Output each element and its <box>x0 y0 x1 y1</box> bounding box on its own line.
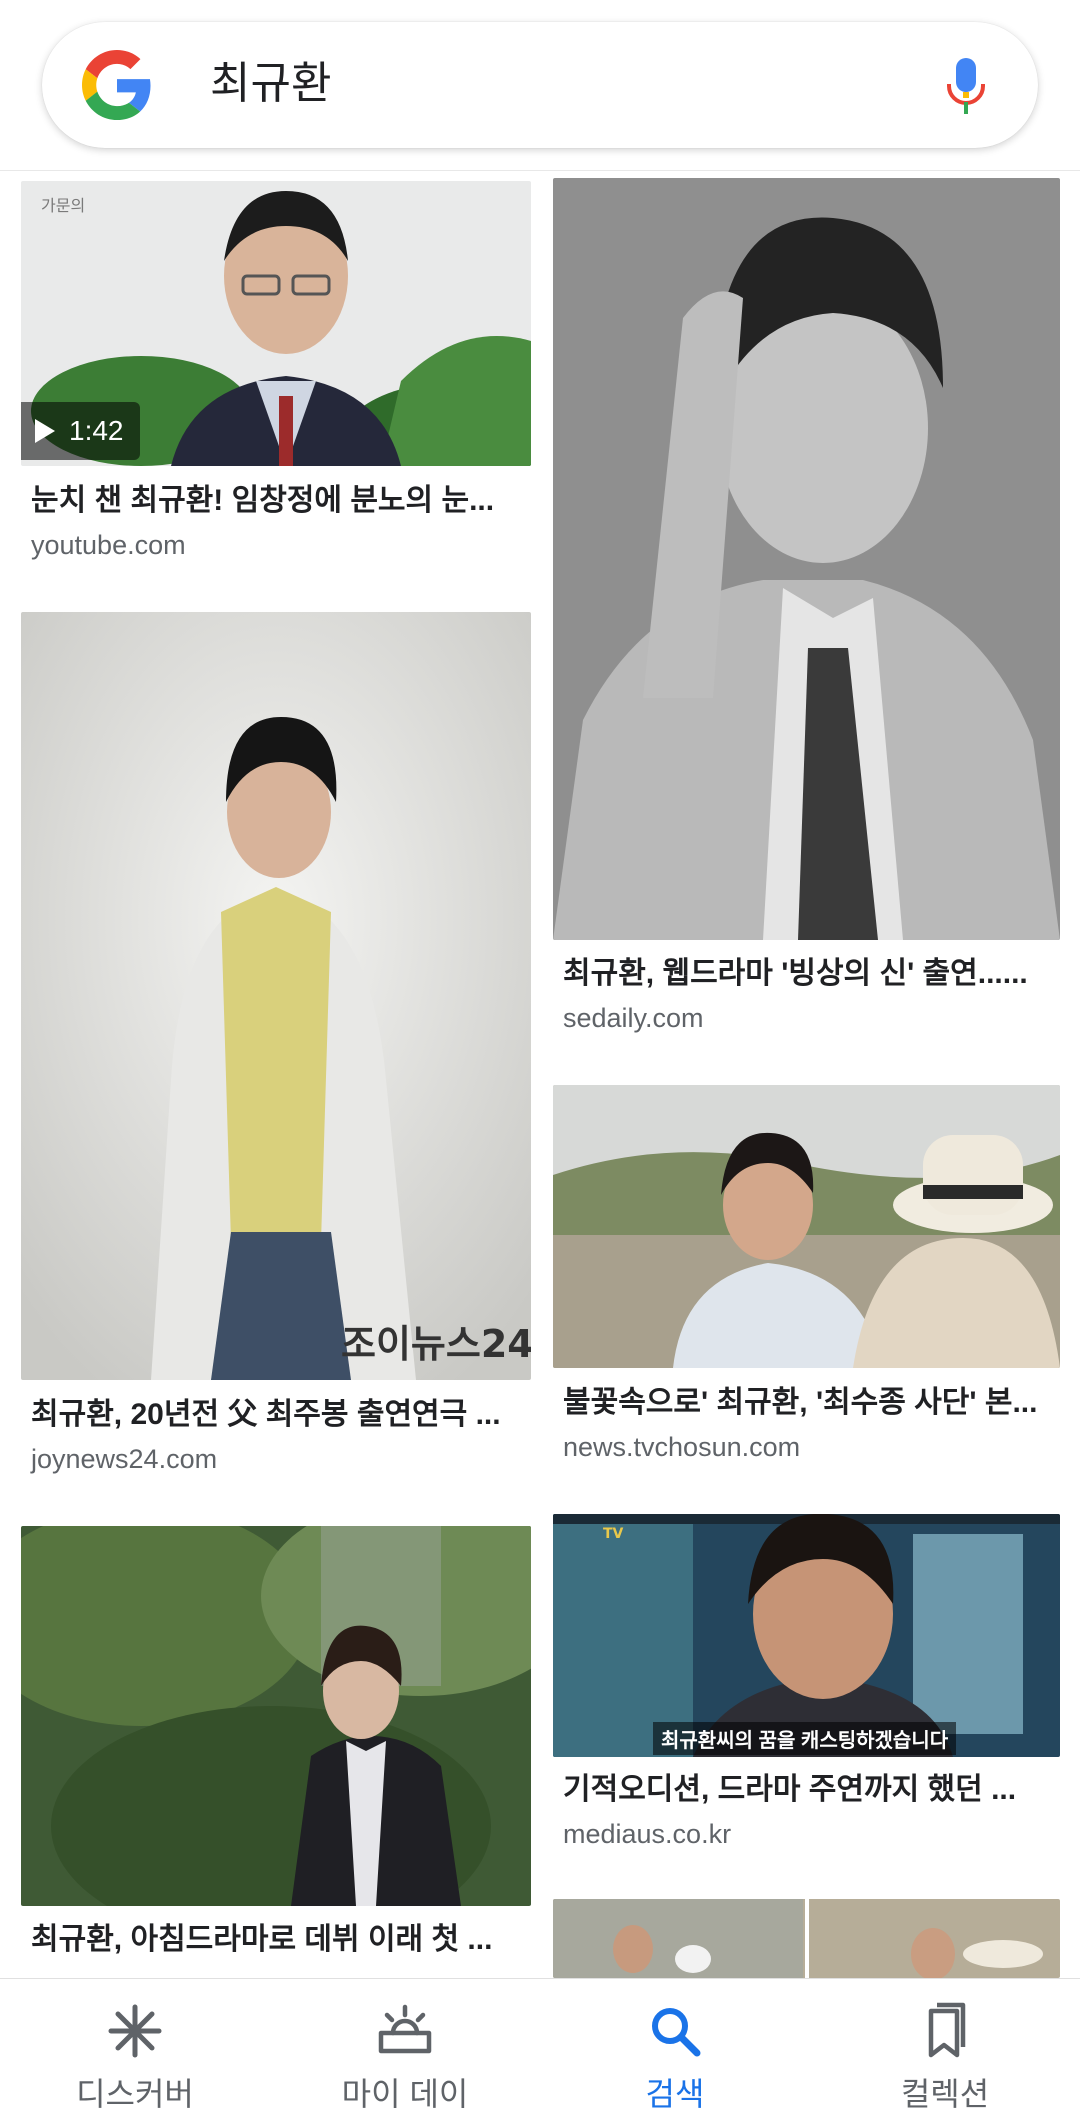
duration-text: 1:42 <box>69 415 124 446</box>
image-result-card[interactable]: TV 최규환씨의 꿈을 캐스팅하겠습니다 기적오디션, 드라마 주연까지 했던 … <box>553 1514 1060 1854</box>
microphone-icon[interactable] <box>944 56 988 116</box>
result-thumbnail[interactable]: 조이뉴스24 <box>21 612 531 1380</box>
search-header: 최규환 <box>0 0 1080 171</box>
nav-label: 마이 데이 <box>341 2076 469 2112</box>
image-result-card[interactable]: 조이뉴스24 최규환, 20년전 父 최주봉 출연연극 ... joynews2… <box>21 612 531 1482</box>
nav-label: 디스커버 <box>76 2076 194 2112</box>
nav-item-discover[interactable]: 디스커버 <box>0 1979 270 2126</box>
search-query[interactable]: 최규환 <box>210 54 331 114</box>
result-title[interactable]: 불꽃속으로' 최규환, '최수종 사단' 본... <box>563 1383 1056 1423</box>
result-title[interactable]: 눈치 챈 최규환! 임창정에 분노의 눈... <box>31 481 527 521</box>
result-source[interactable]: youtube.com <box>31 527 186 563</box>
result-thumbnail[interactable] <box>21 1526 531 1906</box>
result-thumbnail[interactable]: 가문의 1:42 <box>21 181 531 466</box>
watermark: 조이뉴스24 <box>341 1322 531 1366</box>
result-title[interactable]: 최규환, 아침드라마로 데뷔 이래 첫 ... <box>31 1920 527 1960</box>
video-caption: 최규환씨의 꿈을 캐스팅하겠습니다 <box>653 1722 957 1755</box>
result-thumbnail[interactable] <box>553 1899 1060 1978</box>
google-logo-icon <box>82 50 151 120</box>
bottom-navigation: 디스커버 마이 데이 검색 컬렉션 <box>0 1978 1080 2126</box>
result-thumbnail[interactable] <box>553 1085 1060 1368</box>
result-source[interactable]: joynews24.com <box>31 1441 217 1477</box>
image-result-card[interactable]: 불꽃속으로' 최규환, '최수종 사단' 본... news.tvchosun.… <box>553 1085 1060 1465</box>
asterisk-icon <box>108 2004 162 2058</box>
image-result-card[interactable]: 가문의 1:42 눈치 챈 최규환! 임창정에 분노의 눈... youtube… <box>21 181 531 581</box>
nav-item-search[interactable]: 검색 <box>540 1979 810 2126</box>
nav-label: 컬렉션 <box>900 2076 990 2112</box>
svg-text:가문의: 가문의 <box>41 196 85 215</box>
result-thumbnail[interactable]: TV 최규환씨의 꿈을 캐스팅하겠습니다 <box>553 1514 1060 1757</box>
play-icon <box>35 419 55 443</box>
nav-item-collections[interactable]: 컬렉션 <box>810 1979 1080 2126</box>
result-thumbnail[interactable] <box>553 178 1060 940</box>
nav-label: 검색 <box>645 2076 705 2112</box>
nav-item-my-day[interactable]: 마이 데이 <box>270 1979 540 2126</box>
sunrise-icon <box>378 2004 432 2054</box>
image-result-card[interactable]: 최규환, 웹드라마 '빙상의 신' 출연...... sedaily.com <box>553 178 1060 1048</box>
bookmarks-icon <box>928 2002 966 2058</box>
image-result-card[interactable]: 최규환, 아침드라마로 데뷔 이래 첫 ... <box>21 1526 531 1976</box>
result-source[interactable]: news.tvchosun.com <box>563 1429 800 1465</box>
search-box[interactable]: 최규환 <box>42 22 1038 148</box>
svg-text:TV: TV <box>603 1526 624 1542</box>
result-title[interactable]: 최규환, 웹드라마 '빙상의 신' 출연...... <box>563 954 1056 994</box>
video-duration-badge: 1:42 <box>21 402 140 460</box>
result-title[interactable]: 최규환, 20년전 父 최주봉 출연연극 ... <box>31 1395 527 1435</box>
result-source[interactable]: mediaus.co.kr <box>563 1816 731 1852</box>
result-source[interactable]: sedaily.com <box>563 1000 704 1036</box>
image-result-card[interactable] <box>553 1899 1060 1978</box>
result-title[interactable]: 기적오디션, 드라마 주연까지 했던 ... <box>563 1770 1056 1810</box>
search-icon <box>652 2008 701 2057</box>
